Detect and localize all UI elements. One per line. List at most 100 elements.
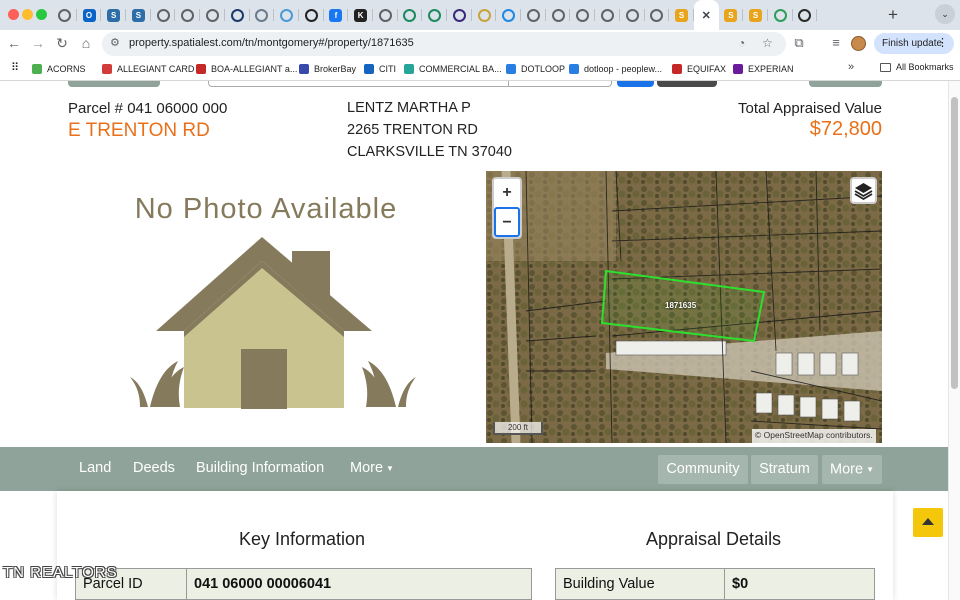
nav-community[interactable]: Community [658, 455, 748, 484]
bookmark-label: dotloop - peoplew... [584, 64, 663, 74]
bookmark-favicon-icon [196, 64, 206, 74]
bookmark-item[interactable]: COMMERCIAL BA... [404, 62, 502, 76]
bookmark-item[interactable]: BrokerBay [299, 62, 356, 76]
finish-update-label: Finish update [882, 38, 943, 49]
browser-tab[interactable] [422, 0, 447, 30]
browser-tab[interactable] [175, 0, 201, 30]
browser-tab[interactable]: f [324, 0, 349, 30]
finish-update-button[interactable]: Finish update ⋮ [874, 33, 954, 54]
bookmark-item[interactable]: ACORNS [32, 62, 86, 76]
nav-stratum[interactable]: Stratum [751, 455, 818, 484]
zoom-in-button[interactable]: + [494, 179, 520, 207]
dashboard-icon: S [131, 8, 145, 22]
tab-search-chevron-icon[interactable]: ⌄ [935, 4, 955, 24]
bookmark-favicon-icon [404, 64, 414, 74]
page-scrollbar[interactable] [948, 81, 960, 600]
link-icon [304, 8, 318, 22]
nav-deeds[interactable]: Deeds [133, 460, 175, 476]
search-input-remnant[interactable] [208, 81, 612, 87]
home-icon[interactable]: ⌂ [78, 35, 94, 51]
apps-grid-icon[interactable]: ⠿ [11, 62, 23, 74]
browser-tab[interactable] [620, 0, 645, 30]
browser-tab[interactable] [398, 0, 423, 30]
browser-tab[interactable]: S [669, 0, 694, 30]
globe-icon [551, 8, 565, 22]
browser-tab[interactable]: S [126, 0, 151, 30]
browser-tab[interactable] [250, 0, 275, 30]
browser-tab[interactable]: ✕ [693, 0, 719, 30]
browser-tab[interactable]: S [101, 0, 127, 30]
bookmark-label: COMMERCIAL BA... [419, 64, 502, 74]
browser-tab[interactable] [793, 0, 818, 30]
browser-tab[interactable] [546, 0, 571, 30]
bookmark-item[interactable]: EQUIFAX [672, 62, 726, 76]
browser-tab[interactable] [225, 0, 250, 30]
globe-icon [205, 8, 219, 22]
zoom-out-button[interactable]: − [494, 207, 520, 237]
nav-more-right-dropdown[interactable]: More ▼ [822, 455, 882, 484]
outlook-icon: O [82, 8, 96, 22]
browser-tab[interactable] [151, 0, 176, 30]
profile-avatar[interactable] [851, 36, 866, 51]
forward-arrow-icon[interactable]: → [30, 35, 46, 51]
browser-tab[interactable] [200, 0, 225, 30]
speaker-icon [526, 8, 540, 22]
more-bookmarks-button[interactable]: » [848, 61, 854, 73]
browser-tab[interactable] [645, 0, 670, 30]
back-arrow-icon[interactable]: ← [6, 35, 22, 51]
bookmark-item[interactable]: dotloop - peoplew... [569, 62, 662, 76]
browser-tab[interactable] [373, 0, 398, 30]
browser-tab[interactable] [52, 0, 77, 30]
scrollbar-thumb[interactable] [951, 97, 958, 389]
browser-tab[interactable] [274, 0, 299, 30]
browser-tab[interactable] [447, 0, 472, 30]
bookmark-item[interactable]: ALLEGIANT CARD [102, 62, 194, 76]
bookmark-star-icon[interactable]: ☆ [762, 36, 773, 50]
appraised-value-label: Total Appraised Value [738, 100, 882, 117]
address-bar[interactable]: ⚙ property.spatialest.com/tn/montgomery#… [102, 32, 786, 56]
browser-tab[interactable] [570, 0, 596, 30]
nav-more-dropdown[interactable]: More ▼ [350, 460, 394, 476]
browser-tab[interactable] [768, 0, 793, 30]
browser-tab[interactable]: O [77, 0, 102, 30]
header-button-remnant[interactable] [68, 81, 160, 87]
url-text[interactable]: property.spatialest.com/tn/montgomery#/p… [129, 37, 414, 49]
smile-icon [280, 8, 294, 22]
window-minimize-button[interactable] [22, 9, 33, 20]
bookmark-item[interactable]: BOA-ALLEGIANT a... [196, 62, 297, 76]
reading-list-icon[interactable]: ≡ [828, 35, 844, 50]
browser-tab[interactable]: S [719, 0, 744, 30]
window-maximize-button[interactable] [36, 9, 47, 20]
map-layers-button[interactable] [850, 177, 877, 204]
all-bookmarks-button[interactable]: All Bookmarks [880, 62, 954, 72]
bookmark-item[interactable]: EXPERIAN [733, 62, 794, 76]
new-tab-button[interactable]: + [884, 5, 902, 25]
nav-land[interactable]: Land [79, 460, 111, 476]
scroll-to-top-button[interactable] [913, 508, 943, 537]
browser-tab[interactable]: S [743, 0, 768, 30]
bookmark-item[interactable]: DOTLOOP [506, 62, 565, 76]
browser-tab[interactable] [595, 0, 620, 30]
bookmark-favicon-icon [672, 64, 682, 74]
bookmark-item[interactable]: CITI [364, 62, 396, 76]
browser-tab[interactable] [299, 0, 324, 30]
globe-icon [181, 8, 195, 22]
header-button-remnant-right[interactable] [809, 81, 882, 87]
nav-more-right-label: More [830, 461, 864, 478]
nav-building-information[interactable]: Building Information [196, 460, 324, 476]
bookmark-favicon-icon [299, 64, 309, 74]
extensions-puzzle-icon[interactable]: ⧉ [791, 35, 807, 51]
dark-button-remnant[interactable] [657, 81, 717, 87]
bookmark-favicon-icon [32, 64, 42, 74]
reload-icon[interactable]: ↻ [54, 35, 70, 51]
window-close-button[interactable] [8, 9, 19, 20]
location-icon [255, 8, 269, 22]
browser-tab[interactable] [496, 0, 522, 30]
map-attribution[interactable]: © OpenStreetMap contributors. [752, 429, 876, 443]
site-settings-icon[interactable]: ⚙ [110, 36, 120, 49]
search-button-remnant[interactable] [617, 81, 654, 87]
screen-share-icon[interactable]: ◔ [738, 36, 745, 50]
browser-tab[interactable] [472, 0, 497, 30]
browser-tab[interactable] [521, 0, 546, 30]
browser-tab[interactable]: K [348, 0, 373, 30]
